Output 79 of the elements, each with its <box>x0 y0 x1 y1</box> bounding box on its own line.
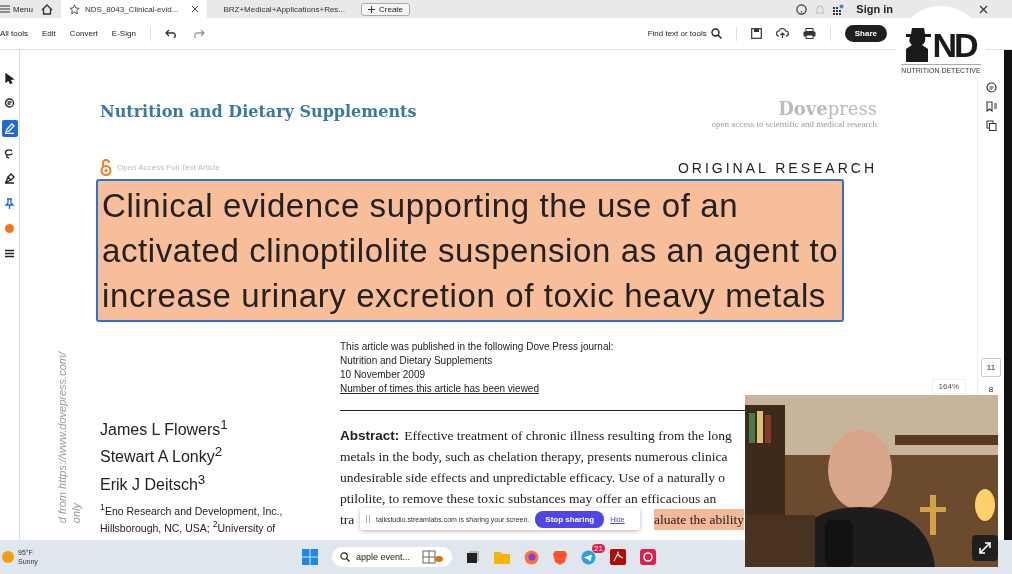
open-access-icon <box>100 159 112 176</box>
notification-badge: 21 <box>592 543 605 553</box>
toolbar-menu-item[interactable]: Convert <box>69 29 98 38</box>
menu-tool-icon <box>4 248 15 259</box>
author-name: James L Flowers$^{1}$ <box>100 416 229 441</box>
home-icon[interactable] <box>41 3 53 15</box>
publication-info: 10 November 2009 <box>340 368 427 382</box>
browser-icon[interactable] <box>524 549 539 565</box>
detective-silhouette-icon <box>906 28 933 62</box>
publication-info: Nutrition and Dietary Supplements <box>340 354 494 368</box>
widget-icon[interactable] <box>422 550 444 564</box>
toolbar-menu-item[interactable]: Edit <box>42 29 56 38</box>
star-icon[interactable] <box>69 3 80 15</box>
menu-button[interactable]: Menu <box>0 4 33 14</box>
search-icon <box>340 552 350 562</box>
journal-name: Nutrition and Dietary Supplements <box>100 102 417 121</box>
menu-icon <box>0 5 10 13</box>
abstract-label: Abstract: <box>340 427 400 445</box>
redo-icon[interactable] <box>191 29 205 38</box>
apps-icon[interactable] <box>833 3 845 15</box>
undo-icon[interactable] <box>164 29 178 38</box>
publisher-tagline: open access to scientific and medical research <box>711 119 877 129</box>
create-button[interactable]: Create <box>361 2 411 16</box>
page-number-field[interactable]: 11 <box>980 358 1002 377</box>
plus-icon <box>368 5 376 13</box>
abstract-line: undesirable side effects and unpredictable efficacy. Use of a naturally o <box>340 469 727 487</box>
sun-icon <box>2 551 14 563</box>
toolbar-menu-item[interactable]: E-Sign <box>111 29 136 38</box>
abstract-line: tra <box>340 511 355 529</box>
author-name: Erik J Deitsch$^{3}$ <box>100 470 207 495</box>
publisher-logo: Dovepress <box>778 98 877 119</box>
paper-plane-icon[interactable] <box>581 549 596 565</box>
fullscreen-icon[interactable] <box>972 535 998 561</box>
upload-icon[interactable] <box>775 28 789 39</box>
start-icon[interactable] <box>302 549 318 565</box>
comment-tool-icon <box>4 98 15 109</box>
stop-sharing-button[interactable]: Stop sharing <box>535 510 605 528</box>
window-icon[interactable] <box>466 550 480 564</box>
page-count: 8 <box>988 385 994 394</box>
pointer-tool-icon <box>4 73 15 84</box>
author-name: Stewart A Lonky$^{2}$ <box>100 443 224 468</box>
abstract-line: Effective treatment of chronic illness resulting from the long <box>404 427 732 445</box>
affiliation: Hillsborough, NC, USA; $^{2}$University of <box>100 518 277 535</box>
bookmark-icon[interactable] <box>985 101 997 112</box>
zoom-level[interactable]: 164% <box>931 379 966 394</box>
pages-icon[interactable] <box>985 120 997 131</box>
record-app-icon[interactable] <box>640 549 656 565</box>
views-link[interactable]: Number of times this article has been viewed <box>340 382 877 396</box>
search-field[interactable]: apple event... <box>332 547 452 567</box>
sign-in-button[interactable]: Sign in <box>856 3 893 15</box>
abstract-line: metals in the body, such as chelation therapy, presents numerous clinica <box>340 448 729 466</box>
save-icon[interactable] <box>750 28 762 39</box>
article-title: Clinical evidence supporting the use of an activated clinoptilolite suspension as an agent to increase urinary excretion of toxic heavy metals <box>96 179 845 322</box>
search-icon <box>710 28 722 39</box>
pin-tool-icon <box>4 198 15 209</box>
share-button[interactable]: Share <box>844 25 887 42</box>
highlighted-text: aluate the ability <box>654 509 744 530</box>
drag-handle[interactable] <box>366 515 370 523</box>
search-tools-button[interactable]: Find text or tools <box>647 28 722 39</box>
close-icon[interactable] <box>979 4 988 14</box>
section-label: ORIGINAL RESEARCH <box>677 159 877 176</box>
pen-tool-icon <box>4 123 15 134</box>
side-note: d from https://www.dovepress.com/ <box>56 352 68 524</box>
help-icon[interactable] <box>796 3 808 15</box>
abstract-line: ptilolite, to remove these toxic substances may offer an efficacious an <box>340 490 718 508</box>
color-tool-icon <box>4 223 15 234</box>
comment-icon[interactable] <box>985 82 997 93</box>
sign-tool-icon <box>4 173 15 184</box>
publication-info: This article was published in the following Dove Press journal: <box>340 340 615 354</box>
document-tab[interactable]: NDS_8043_Clinical-evid... <box>61 0 208 18</box>
pdf-app-icon[interactable] <box>610 549 626 565</box>
side-note: only <box>70 501 82 524</box>
logo-letters: ND <box>932 28 976 62</box>
lasso-tool-icon <box>4 148 15 159</box>
toolbar-menu-item[interactable]: All tools <box>0 29 28 38</box>
print-icon[interactable] <box>802 28 816 39</box>
close-icon[interactable] <box>191 5 200 13</box>
affiliation: $^{1}$Eno Research and Development, Inc., <box>100 501 284 518</box>
document-tab[interactable]: BRZ+Medical+Applications+Res... <box>215 0 354 18</box>
